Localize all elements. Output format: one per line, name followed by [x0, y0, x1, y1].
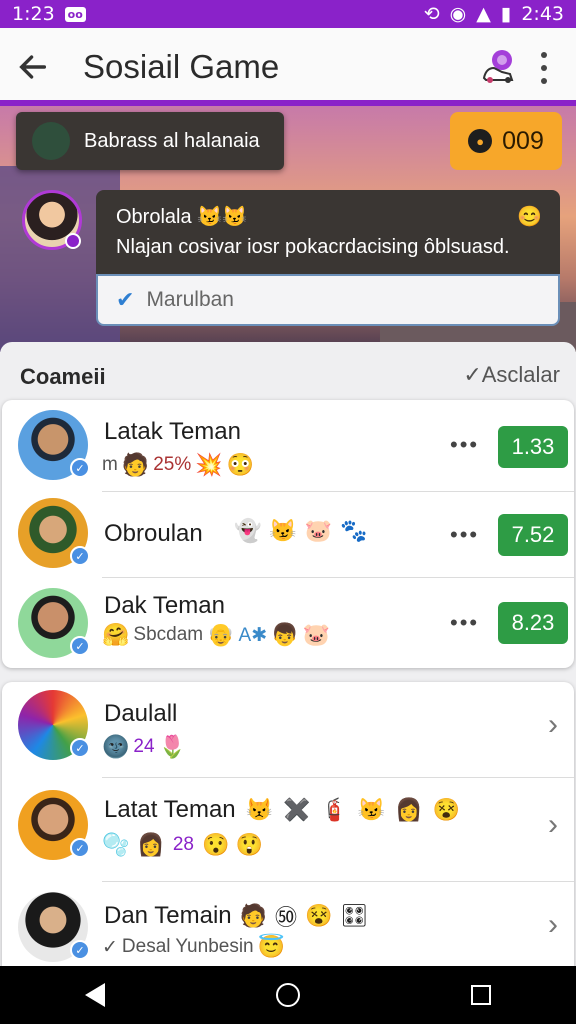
- verified-icon: ✓: [70, 636, 90, 656]
- chat-sender: Obrolala 😼😼: [116, 206, 247, 228]
- status-time-right: 2:43: [521, 3, 564, 25]
- status-bar: 1:23 oo ⟲ ◉ ▲ ▮ 2:43: [0, 0, 576, 28]
- friend-name: Obroulan: [104, 520, 203, 547]
- avatar: ✓: [18, 690, 90, 760]
- game-controller-icon[interactable]: [478, 46, 518, 86]
- chat-body: Nlajan cosivar iosr pokacrdacising ôblsu…: [116, 236, 510, 258]
- wifi-icon: ◉: [449, 3, 467, 25]
- nav-recent-icon[interactable]: [470, 985, 491, 1005]
- coin-icon: ●: [468, 129, 493, 153]
- more-vertical-icon[interactable]: [540, 52, 548, 84]
- friend-name: Latak Teman: [104, 418, 241, 445]
- friend-meta: 🫧 👩 28 😯 😲: [102, 832, 263, 857]
- system-nav-bar: [0, 966, 576, 1024]
- more-horizontal-icon[interactable]: •••: [450, 522, 479, 548]
- toast-text: Babrass al halanaia: [84, 129, 260, 152]
- chevron-right-icon[interactable]: ›: [548, 908, 558, 942]
- nav-back-icon[interactable]: [85, 983, 106, 1007]
- verified-icon: ✓: [70, 940, 90, 960]
- chat-card: Obrolala 😼😼 😊 Nlajan cosivar iosr pokacr…: [96, 190, 560, 326]
- score-badge: 8.23: [498, 602, 568, 644]
- coin-counter[interactable]: ● 009: [450, 112, 562, 170]
- verified-icon: ✓: [70, 546, 90, 566]
- more-horizontal-icon[interactable]: •••: [450, 432, 479, 458]
- section-title: Coameii: [20, 364, 106, 389]
- friend-meta: m 🧑 25% 💥 😳: [102, 452, 255, 477]
- list-item[interactable]: ✓ Dak Teman 🤗 Sbcdam 👴 A✱ 👦 🐷 ••• 8.23: [2, 578, 574, 668]
- signal-icon: ▲: [476, 3, 491, 25]
- chat-message: Obrolala 😼😼 😊 Nlajan cosivar iosr pokacr…: [96, 190, 560, 274]
- section-action[interactable]: ✓Asclalar: [463, 362, 560, 388]
- friend-name-row: Dan Temain 🧑 ㊿ 😵 🎛: [104, 902, 369, 930]
- arrow-left-icon[interactable]: [16, 50, 50, 84]
- friend-name-row: Latat Teman 😾 ✖️ 🧯 😼 👩 😵: [104, 796, 461, 823]
- friend-name: Daulall: [104, 700, 178, 727]
- notification-badge: oo: [64, 6, 86, 22]
- battery-icon: ▮: [500, 3, 512, 25]
- ranked-friends-card: ✓ Latak Teman m 🧑 25% 💥 😳 ••• 1.33 ✓ Obr…: [2, 400, 574, 668]
- friend-emojis: 👻 😼 🐷 🐾: [234, 518, 368, 543]
- list-item[interactable]: ✓ Obroulan 👻 😼 🐷 🐾 ••• 7.52: [2, 492, 574, 578]
- smile-emoji: 😊: [517, 206, 542, 228]
- avatar: ✓: [18, 410, 90, 480]
- chevron-right-icon[interactable]: ›: [548, 808, 558, 842]
- sync-icon: ⟲: [423, 3, 440, 25]
- friends-list-card: ✓ Daulall 🌚 24 🌷 › ✓ Latat Teman 😾 ✖️ 🧯 …: [2, 682, 574, 982]
- nav-home-icon[interactable]: [275, 983, 300, 1007]
- list-item[interactable]: ✓ Daulall 🌚 24 🌷 ›: [2, 682, 574, 778]
- status-time-left: 1:23: [12, 3, 55, 25]
- friend-meta: ✓ Desal Yunbesin 😇: [102, 934, 286, 959]
- verified-icon: ✓: [70, 458, 90, 478]
- score-badge: 7.52: [498, 514, 568, 556]
- score-badge: 1.33: [498, 426, 568, 468]
- avatar: ✓: [18, 892, 90, 962]
- reply-text: Marulban: [146, 288, 234, 311]
- check-icon: ✔: [116, 287, 135, 312]
- coin-value: 009: [502, 126, 544, 155]
- page-title: Sosiail Game: [83, 48, 280, 85]
- check-icon: ✓: [463, 362, 482, 387]
- friend-meta: 🤗 Sbcdam 👴 A✱ 👦 🐷: [102, 622, 330, 647]
- avatar: ✓: [18, 588, 90, 658]
- chevron-right-icon[interactable]: ›: [548, 708, 558, 742]
- notification-toast[interactable]: Babrass al halanaia: [16, 112, 284, 170]
- list-item[interactable]: ✓ Latak Teman m 🧑 25% 💥 😳 ••• 1.33: [2, 400, 574, 492]
- list-item[interactable]: ✓ Latat Teman 😾 ✖️ 🧯 😼 👩 😵 🫧 👩 28 😯 😲 ›: [2, 778, 574, 882]
- chat-sender-avatar[interactable]: [22, 190, 82, 250]
- friend-meta: 🌚 24 🌷: [102, 734, 186, 759]
- verified-icon: ✓: [70, 838, 90, 858]
- reply-field[interactable]: ✔ Marulban: [96, 274, 560, 326]
- verified-icon: ✓: [70, 738, 90, 758]
- avatar: ✓: [18, 498, 90, 568]
- app-bar: Sosiail Game: [0, 28, 576, 106]
- more-horizontal-icon[interactable]: •••: [450, 610, 479, 636]
- toast-avatar: [32, 122, 70, 160]
- friend-name: Dak Teman: [104, 592, 225, 619]
- avatar: ✓: [18, 790, 90, 860]
- check-icon: ✓: [102, 936, 118, 958]
- online-status-dot: [65, 233, 81, 249]
